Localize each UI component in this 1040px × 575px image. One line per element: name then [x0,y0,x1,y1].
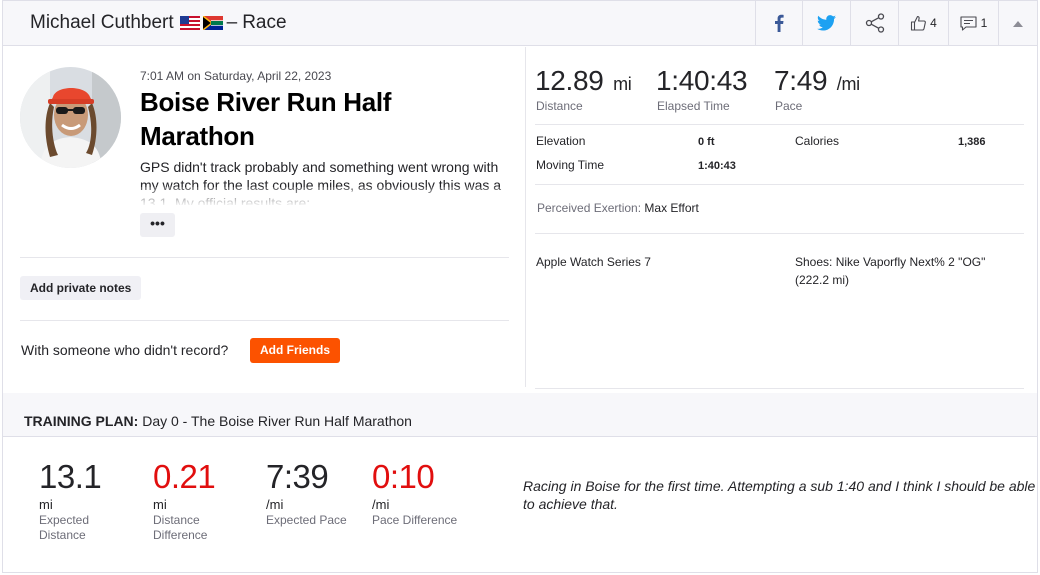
activity-header: Michael Cuthbert – Race 4 1 [3,1,1037,46]
training-plan-heading: TRAINING PLAN: [24,413,139,429]
perceived-exertion: Perceived Exertion: Max Effort [537,199,699,217]
kudos-count: 4 [930,16,937,30]
pace-difference-unit: /mi [372,497,390,512]
pace-difference-label-line1: Pace Difference [372,513,458,527]
expected-distance-label-line2: Distance [39,528,86,542]
page-title: Michael Cuthbert – Race [30,12,287,34]
activity-type: Race [242,12,287,33]
elevation-label: Elevation [536,134,586,148]
comment-icon [960,15,977,31]
left-divider-1 [20,257,509,258]
perceived-exertion-value: Max Effort [644,201,699,215]
expected-pace-value: 7:39 [266,458,329,495]
shoes-mileage: (222.2 mi) [795,273,850,287]
pace-difference-label: Pace Difference [372,513,457,528]
left-divider-2 [20,320,509,321]
twitter-icon [817,15,836,31]
facebook-share-button[interactable] [755,1,802,45]
training-plan-header: TRAINING PLAN: Day 0 - The Boise River R… [3,393,1037,437]
expected-distance-label: Expected Distance [39,513,89,543]
training-plan-title: TRAINING PLAN: Day 0 - The Boise River R… [24,413,412,429]
calories-value: 1,386 [958,136,986,148]
expected-pace-unit: /mi [266,497,284,512]
add-friends-button[interactable]: Add Friends [250,338,341,363]
device-name: Apple Watch Series 7 [536,255,651,269]
shoes-name[interactable]: Shoes: Nike Vaporfly Next% 2 "OG" [795,253,985,271]
perceived-exertion-label: Perceived Exertion: [537,201,642,215]
share-icon [865,13,884,33]
stats-divider-1 [535,124,1024,125]
distance-label: Distance [536,99,583,113]
training-plan-day: Day 0 - The Boise River Run Half Maratho… [142,413,412,429]
stats-divider-3 [535,233,1024,234]
activity-timestamp: 7:01 AM on Saturday, April 22, 2023 [140,69,332,83]
share-button[interactable] [850,1,898,45]
distance-difference-label-line1: Distance [153,513,200,527]
add-private-notes-button[interactable]: Add private notes [20,276,142,300]
training-plan-note: Racing in Boise for the first time. Atte… [523,478,1036,512]
elapsed-label: Elapsed Time [657,99,730,113]
description-fade [140,187,512,207]
with-someone-prompt: With someone who didn't record? [21,342,229,358]
twitter-share-button[interactable] [802,1,850,45]
distance-difference-label: Distance Difference [153,513,207,543]
calories-label: Calories [795,134,840,148]
moving-time-label: Moving Time [536,158,605,172]
collapse-button[interactable] [998,1,1037,45]
expected-pace-label: Expected Pace [266,513,347,528]
elevation-value: 0 ft [698,136,715,148]
activity-card: Michael Cuthbert – Race 4 1 7:01 AM on S… [2,0,1038,573]
stats-divider-2 [535,184,1024,185]
comments-count: 1 [980,16,988,30]
expected-distance-unit: mi [39,497,53,512]
stats-divider-4 [535,388,1024,389]
elapsed-value: 1:40:43 [656,65,748,96]
expected-pace-label-line1: Expected Pace [266,513,347,527]
moving-time-value: 1:40:43 [698,160,736,172]
elapsed-stat: 1:40:43 [656,65,748,97]
athlete-name[interactable]: Michael Cuthbert [30,12,174,34]
distance-difference-unit: mi [153,497,167,512]
distance-value: 12.89 [535,65,604,96]
kudos-button[interactable]: 4 [898,1,948,45]
pace-stat: 7:49 /mi [774,65,860,97]
pace-value: 7:49 [774,65,828,96]
south-africa-flag-icon [202,16,223,30]
distance-difference-label-line2: Difference [153,528,208,542]
pace-difference-value: 0:10 [372,458,435,495]
distance-stat: 12.89 mi [535,65,632,97]
kudos-thumb-icon [911,15,927,31]
athlete-avatar-image [20,67,121,168]
expected-distance-label-line1: Expected [39,513,90,527]
facebook-icon [775,14,784,32]
avatar[interactable] [20,67,121,168]
column-divider [525,47,526,387]
comments-button[interactable]: 1 [948,1,998,45]
collapse-chevron-icon [1013,20,1023,27]
pace-label: Pace [775,99,803,113]
activity-name: Boise River Run Half Marathon [140,87,392,151]
pace-unit: /mi [836,74,860,94]
title-separator: – [226,12,238,33]
us-flag-icon [179,16,200,30]
expected-distance-value: 13.1 [39,458,102,495]
distance-unit: mi [613,74,632,94]
distance-difference-value: 0.21 [153,458,216,495]
show-more-button[interactable]: ••• [140,213,175,237]
